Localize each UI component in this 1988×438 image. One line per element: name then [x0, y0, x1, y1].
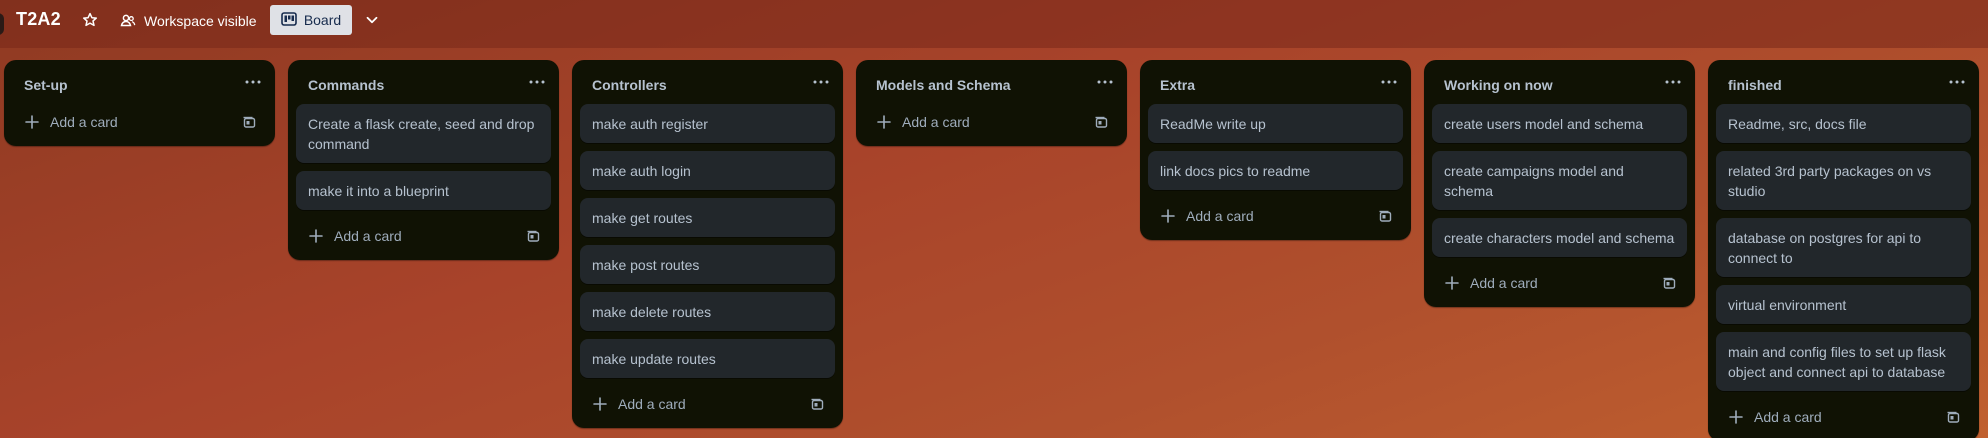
card[interactable]: make delete routes	[580, 292, 835, 331]
add-card-label: Add a card	[50, 114, 118, 130]
list-header: Controllers	[572, 60, 843, 104]
list-column[interactable]: Models and Schema Add a card	[856, 60, 1127, 146]
plus-icon	[1728, 409, 1744, 425]
add-card-button[interactable]: Add a card	[580, 386, 835, 422]
more-options-icon[interactable]	[1947, 74, 1967, 90]
add-card-button[interactable]: Add a card	[1432, 265, 1687, 301]
card[interactable]: main and config files to set up flask ob…	[1716, 332, 1971, 391]
card[interactable]: related 3rd party packages on vs studio	[1716, 151, 1971, 210]
plus-icon	[592, 396, 608, 412]
card[interactable]: make get routes	[580, 198, 835, 237]
list-title[interactable]: Models and Schema	[876, 77, 1011, 93]
more-options-icon[interactable]	[1095, 74, 1115, 90]
add-card-label: Add a card	[1470, 275, 1538, 291]
chevron-down-icon[interactable]	[362, 10, 382, 30]
list-title[interactable]: Working on now	[1444, 77, 1553, 93]
list-header: Extra	[1140, 60, 1411, 104]
visibility-label: Workspace visible	[144, 13, 257, 29]
list-title[interactable]: Extra	[1160, 77, 1195, 93]
list-header: Commands	[288, 60, 559, 104]
add-card-button[interactable]: Add a card	[12, 104, 267, 140]
list-column[interactable]: finished Readme, src, docs file related 3r…	[1708, 60, 1979, 438]
add-card-button[interactable]: Add a card	[864, 104, 1119, 140]
more-options-icon[interactable]	[811, 74, 831, 90]
list-title[interactable]: Controllers	[592, 77, 667, 93]
more-options-icon[interactable]	[1663, 74, 1683, 90]
card-template-icon[interactable]	[1093, 114, 1109, 130]
card[interactable]: ReadMe write up	[1148, 104, 1403, 143]
list-column[interactable]: Extra ReadMe write up link docs pics to re…	[1140, 60, 1411, 240]
plus-icon	[1160, 208, 1176, 224]
card-template-icon[interactable]	[241, 114, 257, 130]
card[interactable]: create campaigns model and schema	[1432, 151, 1687, 210]
card[interactable]: make it into a blueprint	[296, 171, 551, 210]
more-options-icon[interactable]	[527, 74, 547, 90]
list-header: Working on now	[1424, 60, 1695, 104]
plus-icon	[308, 228, 324, 244]
add-card-label: Add a card	[618, 396, 686, 412]
board-view-icon	[281, 11, 297, 29]
list-column[interactable]: Working on now create users model and sch…	[1424, 60, 1695, 307]
plus-icon	[1444, 275, 1460, 291]
workspace-people-icon	[120, 12, 136, 31]
card[interactable]: make auth login	[580, 151, 835, 190]
card[interactable]: make update routes	[580, 339, 835, 378]
add-card-button[interactable]: Add a card	[296, 218, 551, 254]
add-card-label: Add a card	[1754, 409, 1822, 425]
card[interactable]: virtual environment	[1716, 285, 1971, 324]
card[interactable]: database on postgres for api to connect …	[1716, 218, 1971, 277]
board-view-button[interactable]: Board	[270, 5, 352, 35]
list-title[interactable]: Commands	[308, 77, 384, 93]
board-view-label: Board	[303, 12, 342, 28]
card-template-icon[interactable]	[1377, 208, 1393, 224]
add-card-label: Add a card	[902, 114, 970, 130]
more-options-icon[interactable]	[243, 74, 263, 90]
card[interactable]: make auth register	[580, 104, 835, 143]
card-template-icon[interactable]	[1945, 409, 1961, 425]
card-template-icon[interactable]	[1661, 275, 1677, 291]
plus-icon	[24, 114, 40, 130]
board-header: T2A2 Workspace visible Board	[0, 0, 1988, 48]
add-card-button[interactable]: Add a card	[1148, 198, 1403, 234]
card[interactable]: Create a flask create, seed and drop com…	[296, 104, 551, 163]
plus-icon	[876, 114, 892, 130]
board-avatar[interactable]	[0, 13, 4, 35]
card[interactable]: link docs pics to readme	[1148, 151, 1403, 190]
add-card-label: Add a card	[1186, 208, 1254, 224]
star-icon[interactable]	[80, 10, 100, 30]
list-column[interactable]: Commands Create a flask create, seed and …	[288, 60, 559, 260]
more-options-icon[interactable]	[1379, 74, 1399, 90]
list-column[interactable]: Controllers make auth register make auth l…	[572, 60, 843, 428]
card[interactable]: create characters model and schema	[1432, 218, 1687, 257]
card[interactable]: Readme, src, docs file	[1716, 104, 1971, 143]
list-column[interactable]: Set-up Add a card	[4, 60, 275, 146]
card[interactable]: create users model and schema	[1432, 104, 1687, 143]
workspace-visibility-button[interactable]: Workspace visible	[120, 10, 257, 32]
add-card-button[interactable]: Add a card	[1716, 399, 1971, 435]
add-card-label: Add a card	[334, 228, 402, 244]
list-header: Set-up	[4, 60, 275, 104]
card[interactable]: make post routes	[580, 245, 835, 284]
list-title[interactable]: finished	[1728, 77, 1782, 93]
list-title[interactable]: Set-up	[24, 77, 68, 93]
card-template-icon[interactable]	[809, 396, 825, 412]
list-header: Models and Schema	[856, 60, 1127, 104]
list-header: finished	[1708, 60, 1979, 104]
board-title[interactable]: T2A2	[16, 9, 61, 30]
card-template-icon[interactable]	[525, 228, 541, 244]
